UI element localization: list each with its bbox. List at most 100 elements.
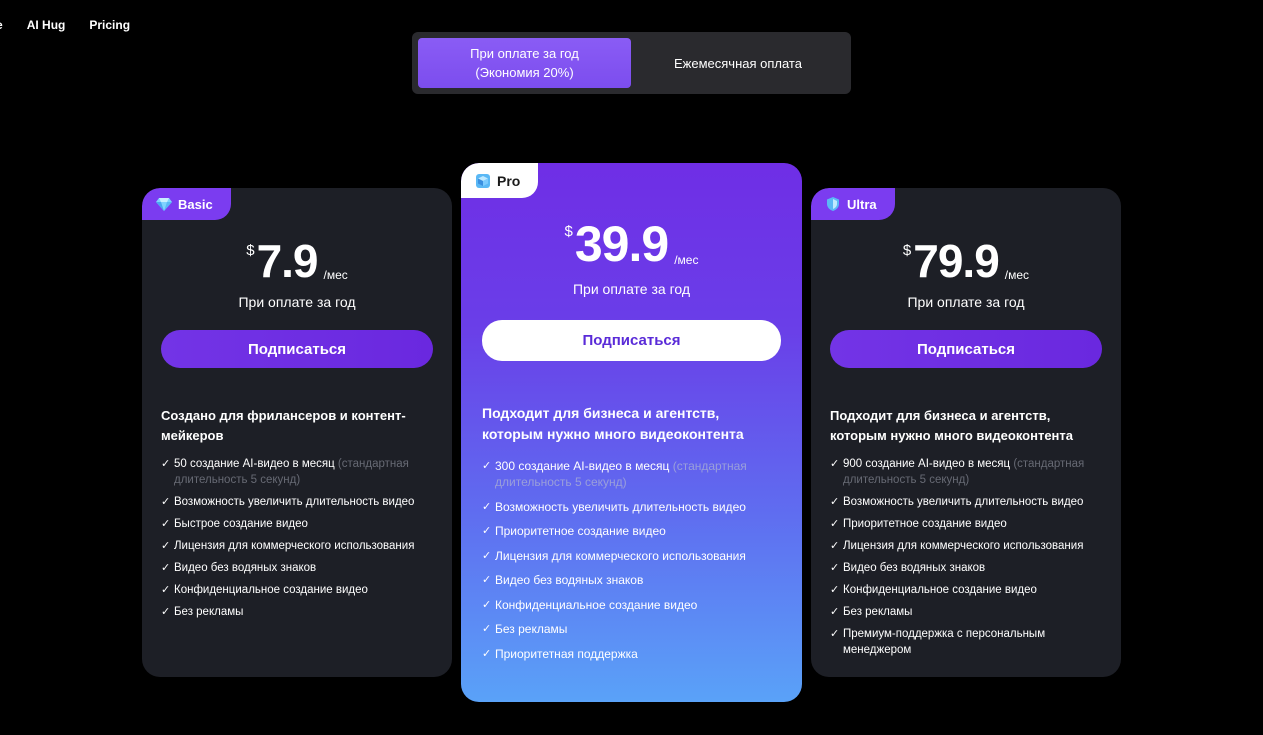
feature-item: ✓ 300 создание AI-видео в месяц (стандарт… xyxy=(482,458,787,490)
check-icon: ✓ xyxy=(482,598,492,611)
price-currency: $ xyxy=(902,242,912,259)
feature-body: Конфиденциальное создание видео xyxy=(495,597,697,613)
feature-item: ✓ Приоритетная поддержка xyxy=(482,646,787,662)
shield-icon xyxy=(827,197,839,211)
feature-body: Лицензия для коммерческого использования xyxy=(174,538,414,554)
feature-body: Возможность увеличить длительность видео xyxy=(495,499,746,515)
check-icon: ✓ xyxy=(161,518,171,530)
nav-link-cut[interactable]: e xyxy=(0,18,3,32)
feature-body: Видео без водяных знаков xyxy=(174,560,316,576)
subscribe-button-ultra[interactable]: Подписаться xyxy=(830,330,1102,368)
feature-body: Приоритетная поддержка xyxy=(495,646,638,662)
nav-link-pricing[interactable]: Pricing xyxy=(89,18,130,32)
price-period: /мес xyxy=(323,268,348,282)
feature-item: ✓ 50 создание AI-видео в месяц (стандартн… xyxy=(161,456,441,488)
check-icon: ✓ xyxy=(482,549,492,562)
price-period: /мес xyxy=(674,253,699,267)
feature-list: ✓ 300 создание AI-видео в месяц (стандарт… xyxy=(482,458,787,670)
plan-description: Создано для фрилансеров и контент-мейкер… xyxy=(161,408,406,443)
feature-body: Возможность увеличить длительность видео xyxy=(174,494,414,510)
check-icon: ✓ xyxy=(830,540,840,552)
plan-description: Подходит для бизнеса и агентств, которым… xyxy=(830,408,1074,443)
check-icon: ✓ xyxy=(482,525,492,537)
check-icon: ✓ xyxy=(830,628,840,640)
billing-option-monthly[interactable]: Ежемесячная оплата xyxy=(631,38,845,88)
check-icon: ✓ xyxy=(830,562,840,574)
feature-text: Возможность увеличить длительность видео xyxy=(843,496,1084,508)
feature-text: Без рекламы xyxy=(843,606,913,618)
feature-text: Возможность увеличить длительность видео xyxy=(174,496,415,508)
nav-link-ai-hug[interactable]: AI Hug xyxy=(27,18,66,32)
feature-body: 300 создание AI-видео в месяц (стандартн… xyxy=(495,458,787,490)
check-icon: ✓ xyxy=(482,500,492,513)
feature-body: Без рекламы xyxy=(843,604,912,620)
feature-body: 50 создание AI-видео в месяц (стандартна… xyxy=(174,456,441,488)
feature-item: ✓ Приоритетное создание видео xyxy=(830,516,1110,532)
feature-text: Видео без водяных знаков xyxy=(495,573,644,587)
plan-description: Подходит для бизнеса и агентств, которым… xyxy=(482,405,744,442)
feature-text: 900 создание AI-видео в месяц xyxy=(843,458,1014,470)
check-icon: ✓ xyxy=(830,496,840,508)
feature-item: ✓ Конфиденциальное создание видео xyxy=(161,582,441,598)
feature-text: Лицензия для коммерческого использования xyxy=(174,540,415,552)
plan-badge-label: Ultra xyxy=(847,196,877,212)
feature-body: Премиум-поддержка с персональным менедже… xyxy=(843,626,1110,658)
feature-item: ✓ Без рекламы xyxy=(161,604,441,620)
price-period: /мес xyxy=(1004,268,1030,282)
feature-text: Приоритетное создание видео xyxy=(843,518,1007,530)
feature-text: Без рекламы xyxy=(495,622,568,636)
feature-text: Приоритетная поддержка xyxy=(495,646,638,661)
plan-card-basic: Basic $ 7.9 /мес При оплате за год Подпи… xyxy=(142,188,452,677)
feature-body: Без рекламы xyxy=(495,621,567,637)
check-icon: ✓ xyxy=(161,562,171,574)
check-icon: ✓ xyxy=(482,574,492,586)
check-icon: ✓ xyxy=(161,540,171,552)
plan-badge-label: Basic xyxy=(178,196,213,212)
feature-item: ✓ Видео без водяных знаков xyxy=(482,572,787,588)
subscribe-button-pro[interactable]: Подписаться xyxy=(482,320,781,361)
feature-text: Видео без водяных знаков xyxy=(174,562,317,574)
subscribe-button-basic[interactable]: Подписаться xyxy=(161,330,433,368)
feature-text: Конфиденциальное создание видео xyxy=(174,584,368,596)
plan-badge-label: Pro xyxy=(497,172,521,189)
feature-body: Видео без водяных знаков xyxy=(495,572,643,588)
check-icon: ✓ xyxy=(830,518,840,530)
feature-body: Приоритетное создание видео xyxy=(843,516,1007,532)
feature-item: ✓ Быстрое создание видео xyxy=(161,516,441,532)
feature-text: Лицензия для коммерческого использования xyxy=(843,540,1084,552)
billing-option-yearly[interactable]: При оплате за год (Экономия 20%) xyxy=(418,38,631,88)
feature-body: Лицензия для коммерческого использования xyxy=(843,538,1083,554)
plan-badge-ultra: Ultra xyxy=(811,188,895,220)
feature-text: Лицензия для коммерческого использования xyxy=(495,548,746,563)
check-icon: ✓ xyxy=(161,606,171,618)
feature-text: Видео без водяных знаков xyxy=(843,562,986,574)
diamond-icon xyxy=(156,198,172,211)
feature-text: Без рекламы xyxy=(174,606,244,618)
feature-body: Конфиденциальное создание видео xyxy=(843,582,1037,598)
feature-item: ✓ Видео без водяных знаков xyxy=(161,560,441,576)
feature-text: Возможность увеличить длительность видео xyxy=(495,499,746,514)
check-icon: ✓ xyxy=(482,623,492,635)
check-icon: ✓ xyxy=(830,458,840,470)
top-nav: e AI Hug Pricing xyxy=(0,18,130,32)
billing-note: При оплате за год xyxy=(907,294,1025,310)
feature-body: Конфиденциальное создание видео xyxy=(174,582,368,598)
price-currency: $ xyxy=(564,223,573,240)
price-amount: 7.9 xyxy=(256,235,319,287)
pricing-page: e AI Hug Pricing При оплате за год (Экон… xyxy=(0,0,1263,735)
price-amount: 39.9 xyxy=(574,216,669,272)
feature-item: ✓ Конфиденциальное создание видео xyxy=(830,582,1110,598)
feature-item: ✓ Лицензия для коммерческого использовани… xyxy=(482,548,787,564)
plan-badge-basic: Basic xyxy=(142,188,231,220)
feature-item: ✓ Без рекламы xyxy=(482,621,787,637)
check-icon: ✓ xyxy=(161,496,171,508)
feature-item: ✓ Возможность увеличить длительность виде… xyxy=(830,494,1110,510)
billing-note: При оплате за год xyxy=(572,281,691,297)
feature-text: Быстрое создание видео xyxy=(174,518,308,530)
feature-body: Приоритетное создание видео xyxy=(495,523,666,539)
plan-badge-pro: Pro xyxy=(461,163,539,198)
feature-list: ✓ 50 создание AI-видео в месяц (стандартн… xyxy=(161,456,441,626)
feature-item: ✓ Лицензия для коммерческого использовани… xyxy=(830,538,1110,554)
feature-text: 50 создание AI-видео в месяц xyxy=(174,458,338,470)
price-currency: $ xyxy=(246,242,255,259)
